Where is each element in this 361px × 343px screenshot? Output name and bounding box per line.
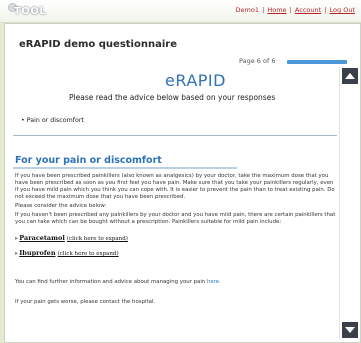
nav-logout-link[interactable]: Log Out xyxy=(330,6,355,14)
expand-icon: ▸ xyxy=(15,234,19,242)
top-nav: Demo1 | Home | Account | Log Out xyxy=(235,6,355,14)
ibuprofen-expander[interactable]: ▸Ibuprofen (click here to expand) xyxy=(15,249,119,257)
advice-paragraph-4: You can find further information and adv… xyxy=(15,279,337,286)
scroll-down-button[interactable] xyxy=(342,322,358,338)
logo: TOOL xyxy=(14,6,47,17)
advice-paragraph-4-text: You can find further information and adv… xyxy=(15,279,206,285)
progress-bar xyxy=(287,60,347,64)
advice-paragraph-2: Please consider the advice below: xyxy=(15,203,107,209)
ibuprofen-expand-link[interactable]: (click here to expand) xyxy=(58,251,119,257)
page-indicator: Page 6 of 6 xyxy=(239,57,276,65)
section-underline xyxy=(13,167,237,169)
paracetamol-expand-link[interactable]: (click here to expand) xyxy=(67,236,128,242)
nav-account-link[interactable]: Account xyxy=(295,6,321,14)
advice-paragraph-1: If you have been prescribed painkillers … xyxy=(15,173,335,201)
section-title: For your pain or discomfort xyxy=(15,155,162,166)
paracetamol-expander[interactable]: ▸Paracetamol (click here to expand) xyxy=(15,234,128,242)
paracetamol-link[interactable]: Paracetamol xyxy=(19,234,65,242)
expand-icon: ▸ xyxy=(15,249,19,257)
response-bullet: • Pain or discomfort xyxy=(21,117,84,124)
questionnaire-frame: eRAPID demo questionnaire Page 6 of 6 eR… xyxy=(4,23,361,343)
scrollbar[interactable] xyxy=(339,67,360,339)
triangle-down-icon xyxy=(345,327,355,333)
advice-content: eRAPID Please read the advice below base… xyxy=(11,67,339,339)
advice-paragraph-3: If you haven't been prescribed any paink… xyxy=(15,212,336,226)
advice-paragraph-5: If your pain gets worse, please contact … xyxy=(15,299,156,305)
advice-subheading: Please read the advice below based on yo… xyxy=(69,93,276,102)
questionnaire-title: eRAPID demo questionnaire xyxy=(19,39,177,50)
triangle-up-icon xyxy=(345,73,355,79)
further-info-link[interactable]: here. xyxy=(207,279,221,285)
top-bar: TOOL Demo1 | Home | Account | Log Out xyxy=(0,0,361,23)
current-user: Demo1 xyxy=(235,6,259,14)
advice-heading: eRAPID xyxy=(165,71,226,90)
nav-home-link[interactable]: Home xyxy=(267,6,286,14)
ibuprofen-link[interactable]: Ibuprofen xyxy=(19,249,55,257)
response-bullet-text: Pain or discomfort xyxy=(26,117,84,124)
scroll-up-button[interactable] xyxy=(342,68,358,84)
divider xyxy=(13,135,337,136)
